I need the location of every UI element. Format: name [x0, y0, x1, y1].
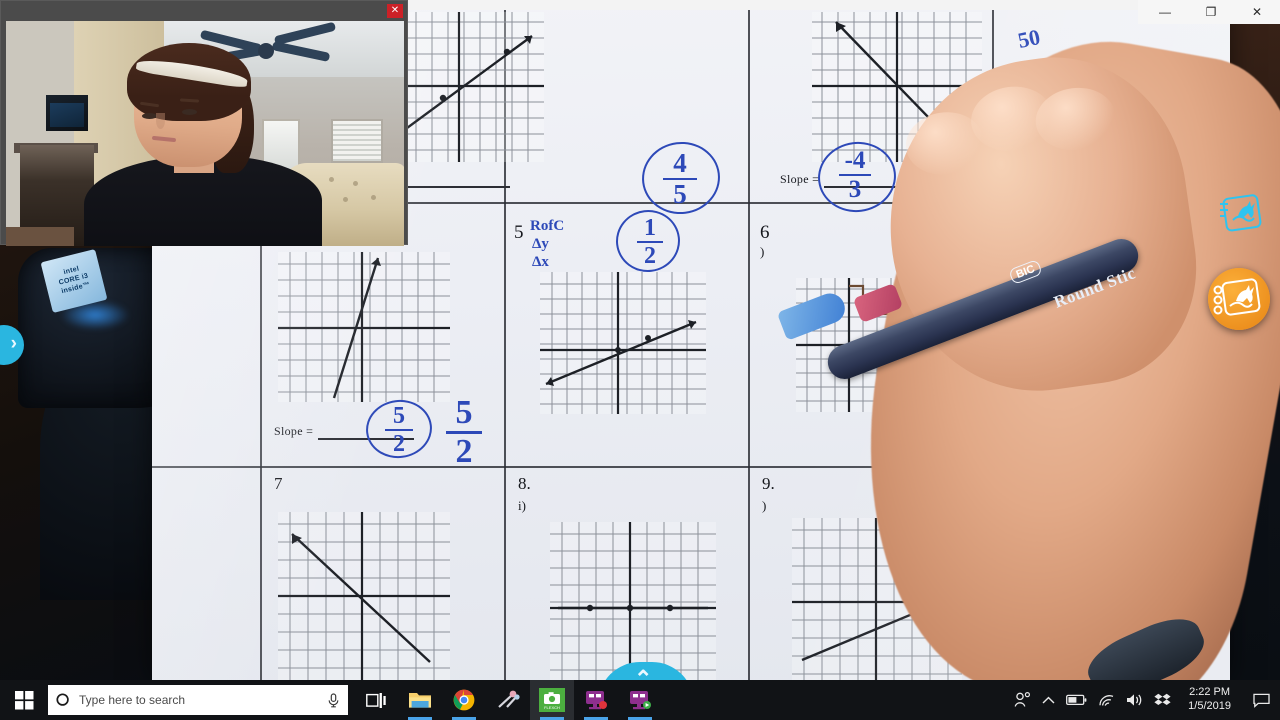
answer-fraction-3: -4 3 [828, 148, 882, 202]
answer-denominator-4: 2 [393, 431, 405, 457]
microphone-icon[interactable] [327, 692, 340, 708]
graph-problem-4 [278, 252, 450, 402]
dropbox-icon[interactable] [1154, 693, 1171, 708]
search-icon [56, 692, 69, 706]
webcam-overlay[interactable]: ✕ [0, 0, 408, 246]
answer-numerator-5: 1 [644, 215, 656, 241]
taskbar-item-flexclip[interactable]: FLEXCH [530, 680, 574, 720]
person-nose [156, 113, 165, 129]
question-number-8: 8. [518, 474, 531, 493]
side-denominator-4: 2 [455, 433, 473, 470]
minimize-button[interactable]: — [1142, 0, 1188, 24]
system-tray: 2:22 PM 1/5/2019 [1014, 680, 1280, 720]
webcam-video [6, 21, 404, 246]
question-number-5: 5 [514, 222, 524, 243]
question-sub-6: ) [760, 244, 765, 259]
taskbar-clock[interactable]: 2:22 PM 1/5/2019 [1182, 686, 1237, 714]
action-center-button[interactable] [1248, 680, 1274, 720]
file-explorer-icon [409, 693, 431, 708]
person-eye-left [142, 113, 157, 119]
graph-svg-7 [278, 512, 450, 680]
graph-problem-7 [278, 512, 450, 680]
windows-logo-icon [14, 690, 33, 709]
clock-time: 2:22 PM [1189, 686, 1231, 699]
taskbar-item-task-view[interactable] [354, 680, 398, 720]
graph-svg-8 [550, 522, 716, 680]
graph-svg-4 [278, 252, 450, 402]
answer-numerator-2: 4 [673, 148, 687, 178]
show-hidden-icons-chevron-icon[interactable] [1042, 696, 1055, 705]
battery-icon[interactable] [1066, 694, 1087, 706]
answer-fraction-4-side: 5 2 [436, 396, 492, 469]
ink-note-delta-x: Δx [532, 254, 549, 270]
answer-fraction-2: 4 5 [654, 150, 706, 208]
screen-recorder-play-icon [630, 691, 651, 710]
person-eye-right [182, 109, 197, 115]
close-button[interactable]: ✕ [1234, 0, 1280, 24]
answer-denominator-3: 3 [848, 176, 862, 203]
chrome-icon [453, 689, 475, 711]
taskbar-search-box[interactable]: Type here to search [48, 685, 348, 715]
slope-answer-rule-2 [402, 186, 510, 188]
room-floor [6, 227, 74, 246]
side-numerator-4: 5 [455, 394, 473, 431]
answer-numerator-3: -4 [844, 147, 866, 174]
window-titlebar-strip [408, 0, 1138, 10]
graph-svg-5 [540, 272, 706, 414]
chevron-up-icon: ⌃ [634, 666, 653, 680]
taskbar-item-screen-recorder-play[interactable] [618, 680, 662, 720]
screen: intel CORE i3 inside™ 4 5 Slope = -4 3 5… [0, 0, 1280, 720]
answer-denominator-5: 2 [644, 243, 656, 269]
svg-text:FLEXCH: FLEXCH [544, 705, 560, 710]
video-content-area: intel CORE i3 inside™ 4 5 Slope = -4 3 5… [0, 0, 1280, 680]
window-controls: — ❐ ✕ [1138, 0, 1280, 24]
task-view-icon [366, 692, 386, 708]
knuckle-3 [1031, 82, 1120, 156]
question-number-9: 9. [762, 474, 775, 493]
snipping-tool-icon [498, 690, 520, 708]
volume-icon[interactable] [1126, 693, 1143, 707]
taskbar-app-buttons: FLEXCH [354, 680, 662, 720]
notification-icon [1252, 693, 1270, 708]
webcam-close-button[interactable]: ✕ [387, 4, 403, 18]
windows-taskbar: Type here to search FLEXCH 2:22 PM 1/5/2… [0, 680, 1280, 720]
wall-tv-screen [50, 103, 84, 127]
screen-recorder-icon [586, 691, 607, 710]
taskbar-item-google-chrome[interactable] [442, 680, 486, 720]
question-sub-8: i) [518, 498, 526, 513]
ceiling-fan-hub [258, 43, 274, 59]
answer-denominator-2: 5 [673, 179, 687, 209]
answer-numerator-4: 5 [393, 403, 405, 429]
start-button[interactable] [0, 680, 48, 720]
question-number-7: 7 [274, 474, 283, 493]
taskbar-item-snipping-tool[interactable] [486, 680, 530, 720]
search-placeholder: Type here to search [79, 693, 186, 707]
wifi-icon[interactable] [1098, 694, 1115, 707]
answer-fraction-4: 5 2 [376, 404, 422, 456]
taskbar-item-screen-recorder[interactable] [574, 680, 618, 720]
graph-problem-5 [540, 272, 706, 414]
question-sub-9: ) [762, 498, 767, 513]
flexclip-camera-icon: FLEXCH [539, 688, 565, 712]
clock-date: 1/5/2019 [1188, 700, 1231, 712]
chevron-right-icon: › [10, 333, 17, 354]
question-number-6: 6 [760, 222, 770, 243]
restore-button[interactable]: ❐ [1188, 0, 1234, 24]
ink-note-delta-y: Δy [532, 236, 549, 252]
slope-label-4: Slope = [274, 424, 314, 438]
taskbar-item-file-explorer[interactable] [398, 680, 442, 720]
screen-recorder-widget-icon[interactable] [1218, 190, 1264, 236]
ink-note-rofc: RofC [530, 218, 565, 234]
people-icon[interactable] [1014, 692, 1031, 708]
graph-problem-8 [550, 522, 716, 680]
deer-icon-orange [1213, 278, 1261, 316]
screen-recorder-widget-active[interactable] [1208, 268, 1270, 330]
slope-label-3: Slope = [780, 172, 820, 186]
room-window [331, 119, 383, 163]
answer-fraction-5: 1 2 [628, 216, 672, 268]
deer-icon-cyan [1220, 194, 1262, 232]
